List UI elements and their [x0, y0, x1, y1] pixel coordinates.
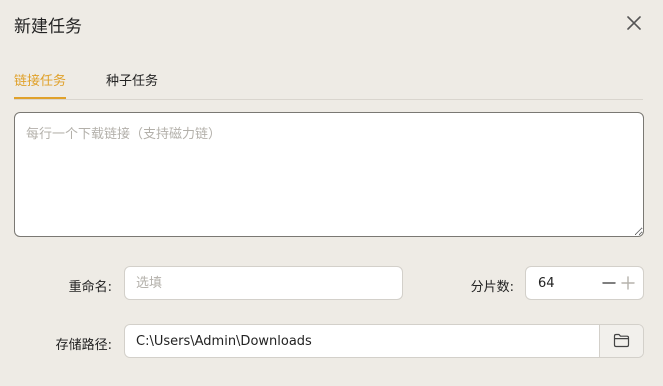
decrement-button[interactable] — [600, 274, 618, 292]
link-input[interactable] — [14, 112, 644, 237]
task-tabs: 链接任务 种子任务 — [14, 62, 643, 100]
browse-folder-button[interactable] — [599, 325, 643, 357]
save-path-label: 存储路径: — [55, 338, 112, 353]
tab-link-task[interactable]: 链接任务 — [14, 70, 67, 99]
rename-label: 重命名: — [68, 280, 112, 295]
chunks-stepper[interactable]: 64 — [525, 266, 644, 300]
chunks-label: 分片数: — [470, 280, 514, 295]
save-path-input[interactable] — [125, 325, 599, 357]
increment-button[interactable] — [619, 274, 637, 292]
close-button[interactable] — [622, 11, 646, 35]
folder-icon — [613, 333, 630, 348]
chunks-value[interactable]: 64 — [538, 276, 555, 291]
plus-icon — [621, 276, 635, 290]
rename-input[interactable] — [124, 266, 403, 300]
tab-torrent-task[interactable]: 种子任务 — [106, 70, 158, 99]
dialog-title: 新建任务 — [14, 17, 82, 37]
minus-icon — [602, 282, 616, 284]
close-icon — [627, 16, 641, 30]
save-path-group — [124, 324, 644, 358]
